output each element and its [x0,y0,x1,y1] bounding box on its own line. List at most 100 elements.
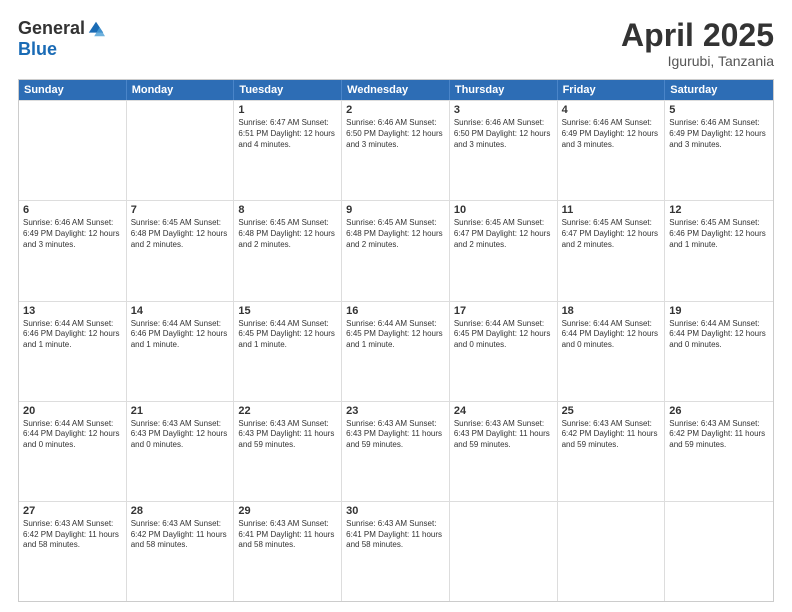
cell-info-text: Sunrise: 6:43 AM Sunset: 6:42 PM Dayligh… [131,519,230,551]
calendar-cell: 21Sunrise: 6:43 AM Sunset: 6:43 PM Dayli… [127,402,235,501]
cell-day-number: 14 [131,305,230,317]
cell-info-text: Sunrise: 6:44 AM Sunset: 6:46 PM Dayligh… [23,319,122,351]
calendar-cell: 7Sunrise: 6:45 AM Sunset: 6:48 PM Daylig… [127,201,235,300]
cell-day-number: 16 [346,305,445,317]
cell-day-number: 2 [346,104,445,116]
calendar-cell: 2 Sunrise: 6:46 AM Sunset: 6:50 PM Daylig… [342,101,450,200]
cell-day-number: 18 [562,305,661,317]
cell-day-number: 17 [454,305,553,317]
cell-info-text: Sunrise: 6:44 AM Sunset: 6:45 PM Dayligh… [454,319,553,351]
cell-day-number: 20 [23,405,122,417]
cell-info-text: Sunrise: 6:45 AM Sunset: 6:48 PM Dayligh… [346,218,445,250]
logo-blue: Blue [18,39,57,60]
logo-general: General [18,18,85,39]
page: General Blue April 2025 Igurubi, Tanzani… [0,0,792,612]
calendar-cell [450,502,558,601]
calendar-cell: 25 Sunrise: 6:43 AM Sunset: 6:42 PM Dayli… [558,402,666,501]
calendar-cell: 16Sunrise: 6:44 AM Sunset: 6:45 PM Dayli… [342,302,450,401]
cell-day-number: 4 [562,104,661,116]
cell-day-number: 22 [238,405,337,417]
calendar-cell: 23 Sunrise: 6:43 AM Sunset: 6:43 PM Dayli… [342,402,450,501]
calendar-week-row: 13 Sunrise: 6:44 AM Sunset: 6:46 PM Dayli… [19,301,773,401]
calendar-week-row: 27 Sunrise: 6:43 AM Sunset: 6:42 PM Dayli… [19,501,773,601]
cell-day-number: 6 [23,204,122,216]
cell-info-text: Sunrise: 6:46 AM Sunset: 6:49 PM Dayligh… [669,118,769,150]
calendar-header: SundayMondayTuesdayWednesdayThursdayFrid… [19,80,773,100]
cell-info-text: Sunrise: 6:45 AM Sunset: 6:48 PM Dayligh… [131,218,230,250]
cell-day-number: 29 [238,505,337,517]
calendar-cell: 15 Sunrise: 6:44 AM Sunset: 6:45 PM Dayli… [234,302,342,401]
cell-info-text: Sunrise: 6:43 AM Sunset: 6:42 PM Dayligh… [562,419,661,451]
calendar: SundayMondayTuesdayWednesdayThursdayFrid… [18,79,774,602]
calendar-cell: 20 Sunrise: 6:44 AM Sunset: 6:44 PM Dayli… [19,402,127,501]
logo: General Blue [18,18,105,60]
cell-info-text: Sunrise: 6:43 AM Sunset: 6:41 PM Dayligh… [346,519,445,551]
calendar-day-header: Wednesday [342,80,450,100]
calendar-cell: 5 Sunrise: 6:46 AM Sunset: 6:49 PM Daylig… [665,101,773,200]
cell-info-text: Sunrise: 6:43 AM Sunset: 6:43 PM Dayligh… [454,419,553,451]
cell-info-text: Sunrise: 6:44 AM Sunset: 6:44 PM Dayligh… [23,419,122,451]
cell-day-number: 24 [454,405,553,417]
calendar-cell: 27 Sunrise: 6:43 AM Sunset: 6:42 PM Dayli… [19,502,127,601]
cell-info-text: Sunrise: 6:45 AM Sunset: 6:47 PM Dayligh… [454,218,553,250]
calendar-week-row: 1 Sunrise: 6:47 AM Sunset: 6:51 PM Daylig… [19,100,773,200]
month-title: April 2025 [621,18,774,53]
cell-info-text: Sunrise: 6:46 AM Sunset: 6:49 PM Dayligh… [562,118,661,150]
cell-day-number: 28 [131,505,230,517]
cell-info-text: Sunrise: 6:43 AM Sunset: 6:43 PM Dayligh… [238,419,337,451]
cell-day-number: 15 [238,305,337,317]
header: General Blue April 2025 Igurubi, Tanzani… [18,18,774,69]
cell-day-number: 11 [562,204,661,216]
cell-info-text: Sunrise: 6:47 AM Sunset: 6:51 PM Dayligh… [238,118,337,150]
cell-day-number: 10 [454,204,553,216]
calendar-cell: 30 Sunrise: 6:43 AM Sunset: 6:41 PM Dayli… [342,502,450,601]
cell-day-number: 25 [562,405,661,417]
calendar-cell: 8 Sunrise: 6:45 AM Sunset: 6:48 PM Daylig… [234,201,342,300]
cell-info-text: Sunrise: 6:46 AM Sunset: 6:49 PM Dayligh… [23,218,122,250]
calendar-cell [19,101,127,200]
cell-day-number: 26 [669,405,769,417]
calendar-cell: 19 Sunrise: 6:44 AM Sunset: 6:44 PM Dayli… [665,302,773,401]
cell-day-number: 27 [23,505,122,517]
calendar-cell [127,101,235,200]
calendar-cell: 14 Sunrise: 6:44 AM Sunset: 6:46 PM Dayli… [127,302,235,401]
calendar-cell: 28 Sunrise: 6:43 AM Sunset: 6:42 PM Dayli… [127,502,235,601]
cell-day-number: 19 [669,305,769,317]
logo-icon [87,20,105,38]
cell-day-number: 1 [238,104,337,116]
cell-day-number: 23 [346,405,445,417]
cell-info-text: Sunrise: 6:44 AM Sunset: 6:45 PM Dayligh… [238,319,337,351]
calendar-cell: 22 Sunrise: 6:43 AM Sunset: 6:43 PM Dayli… [234,402,342,501]
calendar-day-header: Sunday [19,80,127,100]
calendar-cell: 6 Sunrise: 6:46 AM Sunset: 6:49 PM Daylig… [19,201,127,300]
cell-day-number: 3 [454,104,553,116]
cell-day-number: 8 [238,204,337,216]
cell-info-text: Sunrise: 6:45 AM Sunset: 6:48 PM Dayligh… [238,218,337,250]
cell-day-number: 30 [346,505,445,517]
cell-info-text: Sunrise: 6:45 AM Sunset: 6:46 PM Dayligh… [669,218,769,250]
cell-day-number: 5 [669,104,769,116]
calendar-day-header: Friday [558,80,666,100]
location: Igurubi, Tanzania [621,53,774,69]
calendar-cell: 29 Sunrise: 6:43 AM Sunset: 6:41 PM Dayli… [234,502,342,601]
calendar-week-row: 6 Sunrise: 6:46 AM Sunset: 6:49 PM Daylig… [19,200,773,300]
cell-info-text: Sunrise: 6:43 AM Sunset: 6:42 PM Dayligh… [23,519,122,551]
title-block: April 2025 Igurubi, Tanzania [621,18,774,69]
cell-info-text: Sunrise: 6:46 AM Sunset: 6:50 PM Dayligh… [454,118,553,150]
calendar-week-row: 20 Sunrise: 6:44 AM Sunset: 6:44 PM Dayli… [19,401,773,501]
calendar-day-header: Saturday [665,80,773,100]
calendar-cell: 12Sunrise: 6:45 AM Sunset: 6:46 PM Dayli… [665,201,773,300]
calendar-cell: 13 Sunrise: 6:44 AM Sunset: 6:46 PM Dayli… [19,302,127,401]
cell-day-number: 13 [23,305,122,317]
cell-info-text: Sunrise: 6:46 AM Sunset: 6:50 PM Dayligh… [346,118,445,150]
cell-day-number: 9 [346,204,445,216]
cell-info-text: Sunrise: 6:43 AM Sunset: 6:43 PM Dayligh… [346,419,445,451]
calendar-day-header: Thursday [450,80,558,100]
calendar-cell: 10 Sunrise: 6:45 AM Sunset: 6:47 PM Dayli… [450,201,558,300]
calendar-cell: 17 Sunrise: 6:44 AM Sunset: 6:45 PM Dayli… [450,302,558,401]
cell-info-text: Sunrise: 6:44 AM Sunset: 6:44 PM Dayligh… [669,319,769,351]
cell-info-text: Sunrise: 6:44 AM Sunset: 6:44 PM Dayligh… [562,319,661,351]
cell-info-text: Sunrise: 6:44 AM Sunset: 6:46 PM Dayligh… [131,319,230,351]
calendar-cell [665,502,773,601]
cell-info-text: Sunrise: 6:43 AM Sunset: 6:41 PM Dayligh… [238,519,337,551]
